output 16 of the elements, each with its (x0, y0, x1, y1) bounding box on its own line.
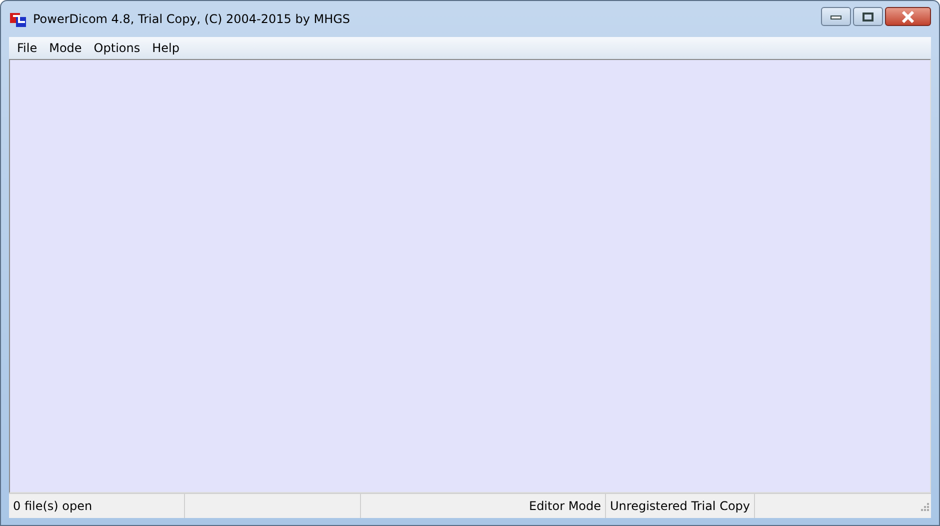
status-text: Unregistered Trial Copy (606, 494, 756, 518)
resize-grip-icon[interactable] (919, 501, 929, 511)
close-icon (901, 10, 915, 22)
minimize-button[interactable] (821, 7, 851, 26)
minimize-icon (830, 14, 842, 20)
menu-item[interactable]: Options (88, 41, 146, 55)
status-text: Editor Mode (524, 494, 606, 518)
window-title: PowerDicom 4.8, Trial Copy, (C) 2004-2015 by MHGS (33, 12, 352, 26)
menu-item[interactable]: File (11, 41, 44, 55)
close-button[interactable] (885, 7, 931, 26)
status-text: 0 file(s) open (9, 494, 185, 518)
maximize-icon (862, 12, 874, 22)
app-logo-icon (9, 10, 27, 28)
maximize-button[interactable] (853, 7, 883, 26)
menu-item[interactable]: Mode (43, 41, 88, 55)
menu-item[interactable]: Help (146, 41, 186, 55)
